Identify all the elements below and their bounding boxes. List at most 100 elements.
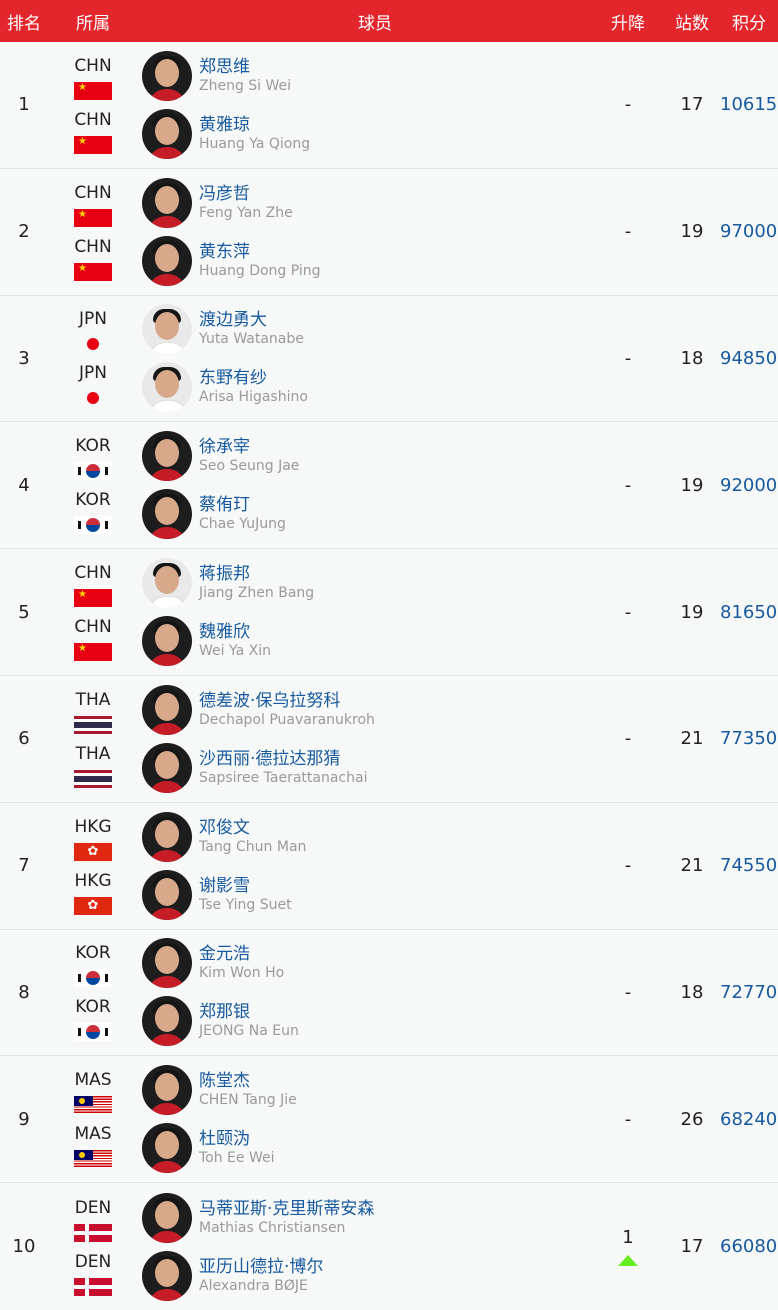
player-name-cn-link[interactable]: 魏雅欣 <box>199 622 271 642</box>
player-name-cn-link[interactable]: 谢影雪 <box>199 876 292 896</box>
region-code: JPN <box>79 309 107 330</box>
player-name-cn-link[interactable]: 蒋振邦 <box>199 564 314 584</box>
points-cell[interactable]: 106150 <box>720 94 778 115</box>
player-avatar[interactable] <box>142 177 192 228</box>
change-cell: - <box>592 94 664 115</box>
player-entry[interactable]: 金元浩 Kim Won Ho <box>142 937 592 989</box>
player-entry[interactable]: 东野有纱 Arisa Higashino <box>142 361 592 413</box>
player-avatar[interactable] <box>142 684 192 735</box>
header-change: 升降 <box>611 13 645 34</box>
player-avatar[interactable] <box>142 869 192 920</box>
player-avatar[interactable] <box>142 304 192 355</box>
player-entry[interactable]: 沙西丽·德拉达那猜 Sapsiree Taerattanachai <box>142 742 592 794</box>
table-row[interactable]: 3 JPN JPN 渡边勇大 Yuta Watanabe 东野有纱 Arisa Higash… <box>0 296 778 423</box>
region-code: HKG <box>74 870 112 891</box>
player-name-cn-link[interactable]: 沙西丽·德拉达那猜 <box>199 749 367 769</box>
player-name-cn-link[interactable]: 马蒂亚斯·克里斯蒂安森 <box>199 1199 374 1219</box>
player-entry[interactable]: 冯彦哲 Feng Yan Zhe <box>142 177 592 229</box>
region-code: JPN <box>79 363 107 384</box>
player-entry[interactable]: 杜颐沩 Toh Ee Wei <box>142 1122 592 1174</box>
player-name-cn-link[interactable]: 杜颐沩 <box>199 1129 275 1149</box>
points-cell[interactable]: 74550 <box>720 855 778 876</box>
player-name-cn-link[interactable]: 蔡侑玎 <box>199 495 286 515</box>
player-entry[interactable]: 马蒂亚斯·克里斯蒂安森 Mathias Christiansen <box>142 1192 592 1244</box>
region-item: CHN ★ <box>74 563 112 608</box>
player-entry[interactable]: 陈堂杰 CHEN Tang Jie <box>142 1064 592 1116</box>
player-avatar[interactable] <box>142 742 192 793</box>
player-entry[interactable]: 郑思维 Zheng Si Wei <box>142 50 592 102</box>
player-name-cn-link[interactable]: 陈堂杰 <box>199 1071 297 1091</box>
player-name-cn-link[interactable]: 金元浩 <box>199 944 284 964</box>
player-avatar[interactable] <box>142 431 192 482</box>
player-avatar[interactable] <box>142 938 192 989</box>
player-avatar[interactable] <box>142 108 192 159</box>
player-name-cn-link[interactable]: 郑那银 <box>199 1002 299 1022</box>
player-entry[interactable]: 亚历山德拉·博尔 Alexandra BØJE <box>142 1250 592 1302</box>
points-cell[interactable]: 81650 <box>720 602 778 623</box>
player-cell: 冯彦哲 Feng Yan Zhe 黄东萍 Huang Dong Ping <box>138 177 592 287</box>
player-avatar[interactable] <box>142 558 192 609</box>
table-row[interactable]: 7 HKG ✿ HKG ✿ 邓俊文 Tang Chun Man 谢影雪 Tse Ying Sue… <box>0 803 778 930</box>
player-avatar[interactable] <box>142 996 192 1047</box>
player-avatar[interactable] <box>142 811 192 862</box>
points-cell[interactable]: 68240 <box>720 1109 778 1130</box>
region-code: KOR <box>75 436 111 457</box>
player-name-cn-link[interactable]: 德差波·保乌拉努科 <box>199 691 375 711</box>
player-entry[interactable]: 徐承宰 Seo Seung Jae <box>142 430 592 482</box>
player-name-cn-link[interactable]: 渡边勇大 <box>199 310 304 330</box>
player-name-cn-link[interactable]: 邓俊文 <box>199 818 306 838</box>
table-row[interactable]: 5 CHN ★ CHN ★ 蒋振邦 Jiang Zhen Bang 魏雅欣 Wei Ya Xin… <box>0 549 778 676</box>
table-row[interactable]: 4 KOR KOR 徐承宰 Seo Seung Jae 蔡侑玎 Chae YuJung - 19… <box>0 422 778 550</box>
flag-chn-icon: ★ <box>74 135 112 154</box>
player-avatar[interactable] <box>142 1250 192 1301</box>
player-name-cn-link[interactable]: 冯彦哲 <box>199 184 293 204</box>
player-names: 金元浩 Kim Won Ho <box>199 944 284 982</box>
points-cell[interactable]: 66080 <box>720 1236 778 1257</box>
points-cell[interactable]: 94850 <box>720 348 778 369</box>
points-cell[interactable]: 77350 <box>720 728 778 749</box>
rank-cell: 8 <box>18 981 30 1003</box>
player-avatar[interactable] <box>142 1192 192 1243</box>
player-name-cn-link[interactable]: 东野有纱 <box>199 368 308 388</box>
flag-chn-icon: ★ <box>74 643 112 662</box>
region-code: KOR <box>75 997 111 1018</box>
table-row[interactable]: 10 DEN DEN 马蒂亚斯·克里斯蒂安森 Mathias Christiansen 亚… <box>0 1183 778 1310</box>
player-entry[interactable]: 黄雅琼 Huang Ya Qiong <box>142 108 592 160</box>
table-row[interactable]: 2 CHN ★ CHN ★ 冯彦哲 Feng Yan Zhe 黄东萍 Huang Dong Pi… <box>0 169 778 296</box>
flag-tha-icon <box>74 715 112 734</box>
player-entry[interactable]: 郑那银 JEONG Na Eun <box>142 995 592 1047</box>
player-avatar[interactable] <box>142 1065 192 1116</box>
events-cell: 17 <box>680 94 704 116</box>
points-cell[interactable]: 72770 <box>720 982 778 1003</box>
player-entry[interactable]: 谢影雪 Tse Ying Suet <box>142 869 592 921</box>
player-name-cn-link[interactable]: 黄雅琼 <box>199 115 310 135</box>
points-cell[interactable]: 92000 <box>720 475 778 496</box>
player-entry[interactable]: 渡边勇大 Yuta Watanabe <box>142 303 592 355</box>
player-avatar[interactable] <box>142 1123 192 1174</box>
player-avatar[interactable] <box>142 50 192 101</box>
player-entry[interactable]: 蒋振邦 Jiang Zhen Bang <box>142 557 592 609</box>
player-name-cn-link[interactable]: 亚历山德拉·博尔 <box>199 1257 323 1277</box>
flag-hkg-icon: ✿ <box>74 896 112 915</box>
table-row[interactable]: 8 KOR KOR 金元浩 Kim Won Ho 郑那银 JEONG Na Eun - 18 72… <box>0 930 778 1057</box>
table-row[interactable]: 6 THA THA 德差波·保乌拉努科 Dechapol Puavaranukroh 沙西… <box>0 676 778 803</box>
player-avatar[interactable] <box>142 362 192 413</box>
region-item: CHN ★ <box>74 110 112 154</box>
player-entry[interactable]: 蔡侑玎 Chae YuJung <box>142 488 592 540</box>
player-name-cn-link[interactable]: 郑思维 <box>199 57 291 77</box>
player-name-cn-link[interactable]: 黄东萍 <box>199 242 321 262</box>
region-code: HKG <box>74 816 112 837</box>
player-entry[interactable]: 黄东萍 Huang Dong Ping <box>142 235 592 287</box>
player-entry[interactable]: 魏雅欣 Wei Ya Xin <box>142 615 592 667</box>
header-player: 球员 <box>358 13 392 34</box>
table-row[interactable]: 1 CHN ★ CHN ★ 郑思维 Zheng Si Wei 黄雅琼 Huang Ya Qion… <box>0 42 778 169</box>
player-avatar[interactable] <box>142 616 192 667</box>
player-entry[interactable]: 德差波·保乌拉努科 Dechapol Puavaranukroh <box>142 684 592 736</box>
player-avatar[interactable] <box>142 235 192 286</box>
points-cell[interactable]: 97000 <box>720 221 778 242</box>
player-avatar[interactable] <box>142 489 192 540</box>
player-name-en: Wei Ya Xin <box>199 643 271 660</box>
player-entry[interactable]: 邓俊文 Tang Chun Man <box>142 811 592 863</box>
table-row[interactable]: 9 MAS MAS 陈堂杰 CHEN Tang Jie 杜颐沩 Toh Ee Wei - 26 6… <box>0 1056 778 1184</box>
player-name-cn-link[interactable]: 徐承宰 <box>199 437 299 457</box>
